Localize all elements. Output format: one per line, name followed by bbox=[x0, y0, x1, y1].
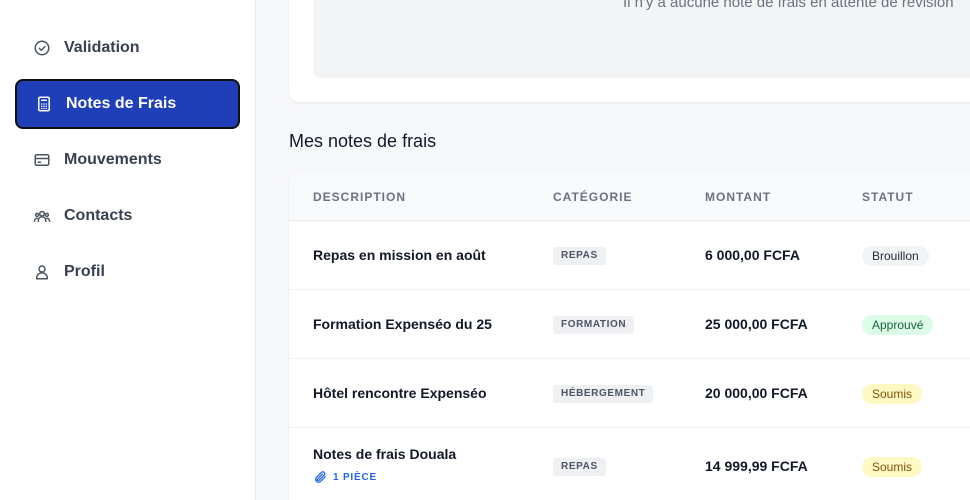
expenses-table: DESCRIPTION CATÉGORIE MONTANT STATUT Rep… bbox=[289, 172, 970, 500]
category-badge: REPAS bbox=[553, 458, 606, 476]
pending-review-card: Il n'y a aucune note de frais en attente… bbox=[289, 0, 970, 102]
expense-amount: 25 000,00 FCFA bbox=[705, 316, 808, 332]
sidebar: Validation Notes de Frais Mouvements Con… bbox=[0, 0, 256, 500]
category-badge: REPAS bbox=[553, 247, 606, 265]
expense-amount: 14 999,99 FCFA bbox=[705, 458, 808, 474]
credit-card-icon bbox=[33, 151, 51, 169]
status-badge: Soumis bbox=[862, 384, 923, 404]
section-title: Mes notes de frais bbox=[289, 131, 437, 151]
calculator-icon bbox=[35, 95, 53, 113]
expense-description: Notes de frais Douala bbox=[313, 446, 457, 462]
check-circle-icon bbox=[33, 39, 51, 57]
sidebar-item-label: Profil bbox=[64, 263, 105, 280]
category-badge: FORMATION bbox=[553, 316, 635, 334]
column-header-description[interactable]: DESCRIPTION bbox=[313, 190, 406, 204]
expense-description: Repas en mission en août bbox=[313, 247, 486, 263]
user-icon bbox=[33, 263, 51, 281]
attachment-count: 1 PIÈCE bbox=[333, 471, 377, 483]
column-header-amount[interactable]: MONTANT bbox=[705, 190, 771, 204]
table-header: DESCRIPTION CATÉGORIE MONTANT STATUT bbox=[289, 172, 970, 221]
column-header-category[interactable]: CATÉGORIE bbox=[553, 190, 632, 204]
table-row[interactable]: Repas en mission en août REPAS 6 000,00 … bbox=[289, 221, 970, 290]
sidebar-item-notes-de-frais[interactable]: Notes de Frais bbox=[15, 79, 240, 129]
column-header-status[interactable]: STATUT bbox=[862, 190, 914, 204]
sidebar-item-label: Validation bbox=[64, 39, 140, 56]
table-row[interactable]: Hôtel rencontre Expenséo HÉBERGEMENT 20 … bbox=[289, 359, 970, 428]
expense-description: Hôtel rencontre Expenséo bbox=[313, 385, 487, 401]
sidebar-item-label: Notes de Frais bbox=[66, 95, 177, 112]
expense-amount: 6 000,00 FCFA bbox=[705, 247, 800, 263]
sidebar-item-contacts[interactable]: Contacts bbox=[15, 191, 240, 241]
sidebar-item-mouvements[interactable]: Mouvements bbox=[15, 135, 240, 185]
status-badge: Approuvé bbox=[862, 315, 934, 335]
category-badge: HÉBERGEMENT bbox=[553, 385, 654, 403]
expense-description: Formation Expenséo du 25 bbox=[313, 316, 492, 332]
expense-amount: 20 000,00 FCFA bbox=[705, 385, 808, 401]
sidebar-item-label: Contacts bbox=[64, 207, 133, 224]
status-badge: Brouillon bbox=[862, 246, 929, 266]
main-content: Il n'y a aucune note de frais en attente… bbox=[256, 0, 970, 500]
attachment-link[interactable]: 1 PIÈCE bbox=[313, 470, 377, 484]
paperclip-icon bbox=[315, 471, 326, 483]
empty-state: Il n'y a aucune note de frais en attente… bbox=[313, 0, 970, 78]
table-row[interactable]: Formation Expenséo du 25 FORMATION 25 00… bbox=[289, 290, 970, 359]
empty-state-message: Il n'y a aucune note de frais en attente… bbox=[623, 0, 954, 11]
table-row[interactable]: Notes de frais Douala 1 PIÈCE REPAS 14 9… bbox=[289, 428, 970, 500]
sidebar-item-profil[interactable]: Profil bbox=[15, 247, 240, 297]
status-badge: Soumis bbox=[862, 457, 923, 477]
sidebar-item-label: Mouvements bbox=[64, 151, 162, 168]
users-icon bbox=[33, 207, 51, 225]
sidebar-item-validation[interactable]: Validation bbox=[15, 23, 240, 73]
